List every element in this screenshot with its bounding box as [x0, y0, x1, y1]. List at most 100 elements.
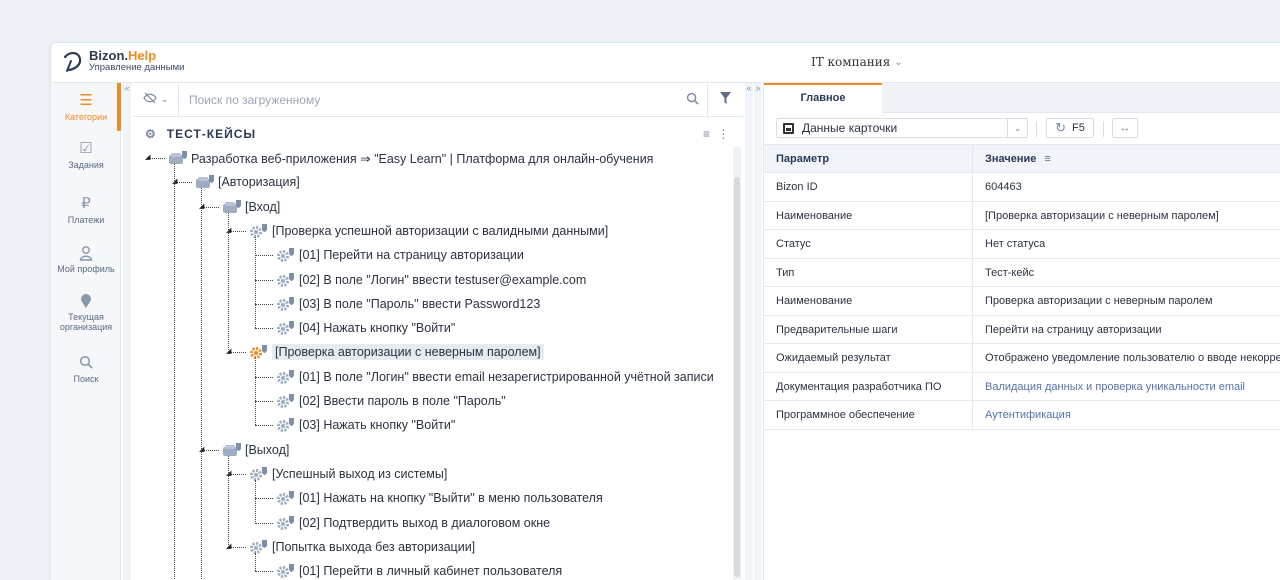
company-name: IT компания: [811, 55, 891, 69]
gear-shield-icon: [275, 319, 297, 337]
arrows-horizontal-icon: ↔: [1119, 122, 1131, 134]
column-divider: [972, 372, 973, 400]
search-mode-dropdown[interactable]: ⌄: [133, 82, 179, 117]
expand-width-button[interactable]: ↔: [1112, 118, 1138, 138]
folder-shield-icon: [221, 441, 243, 459]
tree-node-label: [Авторизация]: [218, 175, 300, 190]
scrollbar-thumb[interactable]: [734, 177, 740, 577]
expand-details-toggle[interactable]: »: [754, 83, 762, 580]
left-navigation: ☰ Категории ☑ Задания ₽ Платежи Мой проф…: [51, 83, 121, 580]
property-row[interactable]: Статус Нет статуса: [764, 230, 1280, 259]
toolbar-divider: [1103, 121, 1104, 137]
tree-folder-node[interactable]: ◢ [Вход]: [199, 197, 280, 217]
tree-step-node[interactable]: [01] В поле "Логин" ввести email незарег…: [255, 367, 714, 387]
app-window: Bizon.Help Управление данными IT компани…: [50, 42, 1280, 580]
tree-folder-node[interactable]: ◢ Разработка веб-приложения ⇒ "Easy Learn…: [145, 148, 653, 168]
tree-folder-node[interactable]: ◢ [Выход]: [199, 440, 290, 460]
nav-item-profile[interactable]: Мой профиль: [51, 245, 121, 274]
tree-guide-line: [255, 479, 256, 523]
tree-step-node[interactable]: [01] Перейти в личный кабинет пользовате…: [255, 561, 563, 580]
folder-shield-icon: [167, 149, 189, 167]
tree-connector: [255, 425, 273, 427]
property-value[interactable]: Аутентификация: [985, 401, 1280, 429]
refresh-button[interactable]: ↻ F5: [1046, 118, 1094, 138]
tree-scrollbar[interactable]: [733, 147, 741, 580]
column-header-value[interactable]: Значение ≡: [985, 145, 1280, 173]
tree-case-node[interactable]: ◢ [Проверка успешной авторизации с валидн…: [226, 221, 608, 241]
tree-step-node[interactable]: [02] Подтвердить выход в диалоговом окне: [255, 513, 551, 533]
property-value: Перейти на страницу авторизации: [985, 323, 1162, 336]
nav-item-search[interactable]: Поиск: [51, 355, 121, 384]
column-divider: [972, 287, 973, 315]
nav-item-categories[interactable]: ☰ Категории: [51, 92, 121, 123]
tree-step-node[interactable]: [04] Нажать кнопку "Войти": [255, 318, 455, 338]
column-header-param: Параметр: [776, 153, 830, 165]
menu-icon: ☰: [79, 92, 93, 109]
property-name: Документация разработчика ПО: [776, 380, 942, 393]
eye-off-icon: [143, 92, 157, 107]
tab-main[interactable]: Главное: [764, 83, 882, 113]
tree-folder-node[interactable]: ◢ [Авторизация]: [172, 172, 300, 192]
column-divider: [972, 315, 973, 343]
table-header: Параметр Значение ≡: [764, 145, 1280, 173]
checkbox-icon: ☑: [79, 140, 93, 157]
tree-case-node[interactable]: ◢ [Успешный выход из системы]: [226, 464, 447, 484]
tree-connector: [255, 279, 273, 281]
property-value: Отображено уведомление пользователю о вв…: [985, 352, 1280, 364]
nav-label: Категории: [64, 112, 108, 122]
property-name: Наименование: [776, 209, 853, 222]
properties-table: Параметр Значение ≡ Bizon ID 604463 Наимено…: [764, 145, 1280, 430]
brand-name: Bizon.Help: [89, 48, 157, 63]
tree-connector: [255, 498, 273, 500]
collapse-nav-toggle[interactable]: «: [123, 83, 131, 580]
tree-case-node[interactable]: ◢ [Попытка выхода без авторизации]: [226, 537, 476, 557]
tree-node-label: [01] Перейти в личный кабинет пользовате…: [299, 564, 563, 579]
property-name: Ожидаемый результат: [776, 352, 891, 364]
tree-step-node[interactable]: [03] В поле "Пароль" ввести Password123: [255, 294, 540, 314]
property-row[interactable]: Bizon ID 604463: [764, 173, 1280, 202]
chevron-down-icon: ⌄: [894, 56, 903, 68]
tree-step-node[interactable]: [01] Нажать на кнопку "Выйти" в меню пол…: [255, 488, 603, 508]
nav-item-organization[interactable]: Текущая организация: [51, 293, 121, 333]
nav-item-payments[interactable]: ₽ Платежи: [51, 196, 121, 226]
property-name: Статус: [776, 238, 811, 250]
tree-view: ◢ Разработка веб-приложения ⇒ "Easy Learn…: [133, 147, 733, 580]
property-name: Программное обеспечение: [776, 409, 915, 421]
property-row[interactable]: Ожидаемый результат Отображено уведомлени…: [764, 344, 1280, 373]
search-icon[interactable]: [677, 92, 707, 108]
collapse-tree-toggle[interactable]: «: [745, 83, 753, 580]
property-row[interactable]: Наименование Проверка авторизации с невер…: [764, 287, 1280, 316]
card-data-select[interactable]: Данные карточки ⌄: [776, 118, 1028, 138]
property-row[interactable]: Тип Тест-кейс: [764, 258, 1280, 287]
search-bar: ⌄: [133, 82, 743, 117]
header: Bizon.Help Управление данными IT компани…: [51, 43, 1280, 83]
tree-step-node[interactable]: [03] Нажать кнопку "Войти": [255, 415, 455, 435]
property-value[interactable]: Валидация данных и проверка уникальности…: [985, 373, 1280, 401]
nav-item-tasks[interactable]: ☑ Задания: [51, 140, 121, 171]
company-selector[interactable]: IT компания ⌄: [811, 55, 903, 69]
gear-icon: ⚙: [145, 127, 157, 141]
filter-button[interactable]: [707, 82, 743, 117]
tree-menu-button[interactable]: ≡ ⋮: [703, 127, 731, 141]
tree-node-label: [Попытка выхода без авторизации]: [272, 539, 476, 554]
tree-step-node[interactable]: [02] В поле "Логин" ввести testuser@exam…: [255, 270, 587, 290]
gear-shield-icon: [275, 489, 297, 507]
gear-shield-icon: [275, 271, 297, 289]
column-divider: [972, 401, 973, 429]
property-row[interactable]: Наименование [Проверка авторизации с неве…: [764, 201, 1280, 230]
tree-node-label: [02] В поле "Логин" ввести testuser@exam…: [299, 272, 587, 287]
chevron-down-icon: ⌄: [160, 94, 169, 104]
tree-connector: [255, 255, 273, 257]
property-row[interactable]: Документация разработчика ПО Валидация да…: [764, 372, 1280, 401]
property-row[interactable]: Программное обеспечение Аутентификация: [764, 401, 1280, 430]
search-input[interactable]: [179, 82, 677, 117]
tree-case-node[interactable]: ◢ [Проверка авторизации с неверным пароле…: [226, 342, 544, 362]
expand-toggle-icon[interactable]: ◢: [145, 153, 150, 161]
tree-step-node[interactable]: [01] Перейти на страницу авторизации: [255, 245, 524, 265]
tree-node-label: [Выход]: [245, 442, 290, 457]
nav-label: Поиск: [73, 374, 99, 384]
property-row[interactable]: Предварительные шаги Перейти на страницу …: [764, 315, 1280, 344]
tree-node-label: [02] Подтвердить выход в диалоговом окне: [299, 515, 551, 530]
tree-step-node[interactable]: [02] Ввести пароль в поле "Пароль": [255, 391, 506, 411]
logo[interactable]: Bizon.Help Управление данными: [61, 49, 184, 75]
